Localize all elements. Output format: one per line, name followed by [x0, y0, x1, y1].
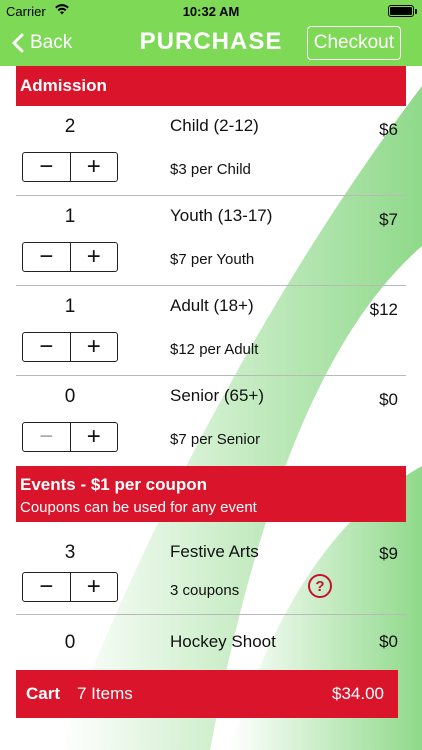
line-price: $6 [379, 120, 398, 139]
increment-button[interactable]: + [71, 153, 118, 181]
unit-price: $7 per Youth [170, 251, 255, 268]
cart-total: $34.00 [332, 684, 384, 703]
ticket-row-child: 2 − + Child (2-12) $3 per Child $6 [16, 106, 406, 196]
quantity-value: 2 [64, 116, 76, 137]
decrement-button[interactable]: − [23, 423, 71, 451]
events-title: Events - $1 per coupon [20, 475, 208, 494]
line-price: $12 [369, 300, 398, 319]
battery-icon [388, 5, 417, 17]
nav-bar: Back PURCHASE Checkout [0, 22, 422, 66]
increment-button[interactable]: + [71, 573, 118, 601]
divider [16, 614, 406, 615]
line-price: $9 [379, 544, 398, 563]
unit-price: $7 per Senior [170, 431, 261, 448]
ticket-row-youth: 1 − + Youth (13-17) $7 per Youth $7 [16, 196, 406, 286]
quantity-stepper: − + [22, 242, 118, 272]
checkout-button[interactable]: Checkout [306, 26, 401, 60]
event-name: Hockey Shoot [170, 632, 276, 651]
coupon-count: 3 coupons [170, 582, 240, 599]
quantity-value: 3 [64, 542, 76, 563]
ticket-name: Senior (65+) [170, 386, 265, 405]
help-icon[interactable]: ? [308, 574, 332, 598]
line-price: $7 [379, 210, 398, 229]
quantity-stepper: − + [22, 332, 118, 362]
ticket-name: Child (2-12) [170, 116, 259, 135]
events-subtitle: Coupons can be used for any event [20, 499, 257, 516]
quantity-value: 1 [64, 206, 76, 227]
ticket-name: Adult (18+) [170, 296, 254, 315]
decrement-button[interactable]: − [23, 153, 71, 181]
increment-button[interactable]: + [71, 333, 118, 361]
line-price: $0 [379, 390, 398, 409]
quantity-stepper: − + [22, 572, 118, 602]
ticket-name: Youth (13-17) [170, 206, 273, 225]
events-header: Events - $1 per coupon Coupons can be us… [16, 466, 406, 522]
quantity-value: 0 [64, 632, 76, 653]
cart-item-count: 7 Items [77, 684, 133, 703]
ticket-row-senior: 0 − + Senior (65+) $7 per Senior $0 [16, 376, 406, 466]
ticket-row-adult: 1 − + Adult (18+) $12 per Adult $12 [16, 286, 406, 376]
increment-button[interactable]: + [71, 423, 118, 451]
event-row-hockey-shoot: 0 Hockey Shoot $0 [16, 622, 406, 670]
cart-bar[interactable]: Cart 7 Items $34.00 [16, 670, 398, 718]
quantity-value: 1 [64, 296, 76, 317]
decrement-button[interactable]: − [23, 573, 71, 601]
unit-price: $12 per Adult [170, 341, 259, 358]
decrement-button[interactable]: − [23, 333, 71, 361]
event-row-festive-arts: 3 − + Festive Arts 3 coupons ? $9 [16, 532, 406, 622]
decrement-button[interactable]: − [23, 243, 71, 271]
admission-title: Admission [20, 76, 107, 95]
quantity-stepper: − + [22, 152, 118, 182]
increment-button[interactable]: + [71, 243, 118, 271]
cart-label: Cart [26, 684, 61, 703]
status-time: 10:32 AM [182, 4, 240, 19]
admission-header: Admission [16, 66, 406, 106]
quantity-stepper: − + [22, 422, 118, 452]
status-bar: Carrier 10:32 AM [0, 0, 422, 22]
unit-price: $3 per Child [170, 161, 251, 178]
event-name: Festive Arts [170, 542, 259, 561]
quantity-value: 0 [64, 386, 76, 407]
line-price: $0 [379, 632, 398, 651]
